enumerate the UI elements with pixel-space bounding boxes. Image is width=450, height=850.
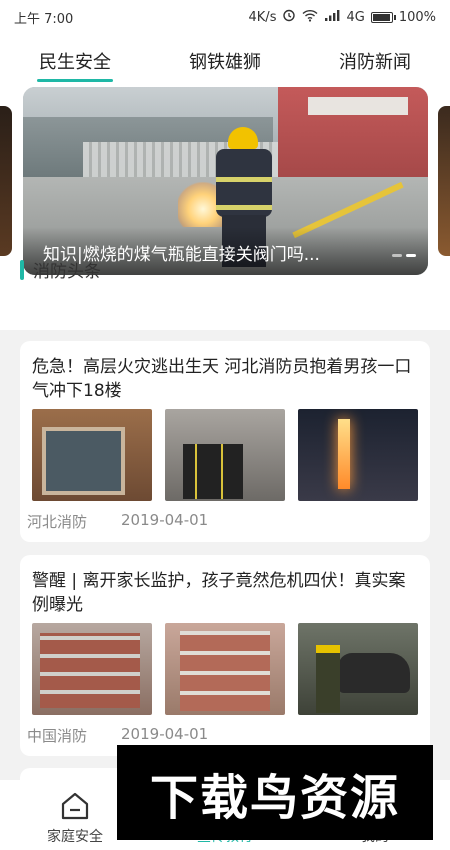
section-accent-bar [20,259,24,280]
battery-icon [370,11,396,23]
tab-xiaofang-xinwen[interactable]: 消防新闻 [339,44,411,74]
article-thumbnail [32,409,152,501]
article-thumbnails [32,409,418,501]
status-time: 上午 7:00 [14,11,74,27]
tab-gangtie-xiongshi[interactable]: 钢铁雄狮 [189,44,261,74]
article-thumbnail [165,409,285,501]
section-title: 消防头条 [33,262,101,282]
status-icons: 4K/s 4G 100% [249,8,436,26]
article-thumbnail [165,623,285,715]
article-title[interactable]: 警醒 | 离开家长监护，孩子竟然危机四伏！真实案例曝光 [32,569,417,617]
alarm-icon [282,8,296,26]
section-header: 消防头条 [20,257,101,282]
status-bar: 上午 7:00 4K/s 4G 100% [0,0,450,34]
signal-icon [324,9,340,26]
article-date: 2019-04-01 [121,725,209,743]
category-tabs: 民生安全 钢铁雄狮 消防新闻 [0,44,450,84]
battery-percent: 100% [398,9,436,25]
network-type: 4G [346,9,365,25]
article-meta: 中国消防 2019-04-01 [27,725,208,746]
watermark-logo: 下载鸟资源 [117,745,433,840]
banner-dot [392,254,402,257]
header-area: 民生安全 钢铁雄狮 消防新闻 知识|燃烧的煤气瓶能直接关阀门吗... 消防头条 [0,34,450,330]
banner-next-slide[interactable] [438,106,450,256]
home-icon [61,792,89,820]
nav-label-home: 家庭安全 [47,829,103,845]
article-thumbnail [298,409,418,501]
article-thumbnail [32,623,152,715]
network-speed: 4K/s [248,9,277,25]
article-meta: 河北消防 2019-04-01 [27,511,208,532]
article-source: 中国消防 [27,727,88,745]
banner-prev-slide[interactable] [0,106,12,256]
article-thumbnail [298,623,418,715]
banner-dot-active [406,254,416,257]
watermark-text: 下载鸟资源 [149,769,400,826]
article-card[interactable]: 警醒 | 离开家长监护，孩子竟然危机四伏！真实案例曝光 中国消防 2019-04… [20,555,430,756]
tab-minsheng-anquan[interactable]: 民生安全 [37,44,113,82]
article-thumbnails [32,623,418,715]
article-date: 2019-04-01 [121,511,209,529]
banner-page-indicator [392,254,416,257]
article-source: 河北消防 [27,513,88,531]
wifi-icon [302,9,318,26]
article-card[interactable]: 危急！高层火灾逃出生天 河北消防员抱着男孩一口气冲下18楼 河北消防 2019-… [20,341,430,542]
banner-carousel[interactable]: 知识|燃烧的煤气瓶能直接关阀门吗... [23,87,428,275]
article-title[interactable]: 危急！高层火灾逃出生天 河北消防员抱着男孩一口气冲下18楼 [32,355,417,403]
